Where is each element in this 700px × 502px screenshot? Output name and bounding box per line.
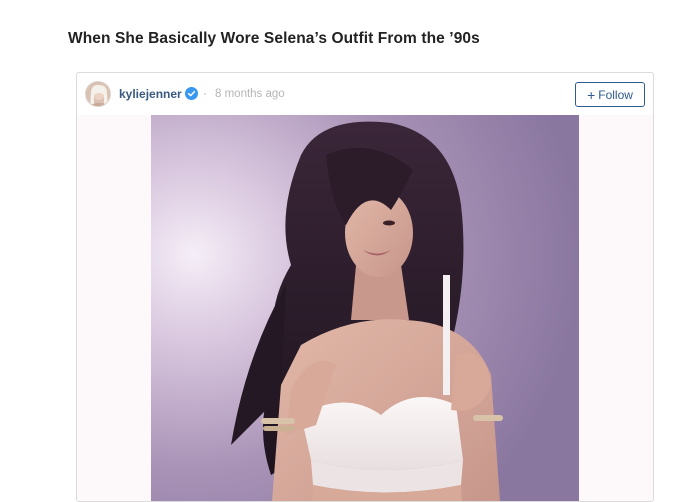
embed-header: kyliejenner · 8 months ago + Follow [77, 73, 653, 115]
post-media [77, 115, 653, 501]
avatar[interactable] [85, 81, 111, 107]
username-link[interactable]: kyliejenner [119, 87, 182, 101]
separator-dot: · [203, 86, 207, 100]
follow-label: Follow [598, 87, 633, 102]
avatar-image [86, 82, 110, 106]
article-headline: When She Basically Wore Selena’s Outfit … [68, 30, 480, 47]
instagram-embed: kyliejenner · 8 months ago + Follow [76, 72, 654, 502]
plus-icon: + [587, 86, 596, 103]
follow-button[interactable]: + Follow [575, 82, 645, 107]
portrait-image [151, 115, 579, 501]
post-timestamp: 8 months ago [215, 88, 285, 100]
post-photo[interactable] [151, 115, 579, 501]
verified-badge-icon [185, 87, 198, 100]
